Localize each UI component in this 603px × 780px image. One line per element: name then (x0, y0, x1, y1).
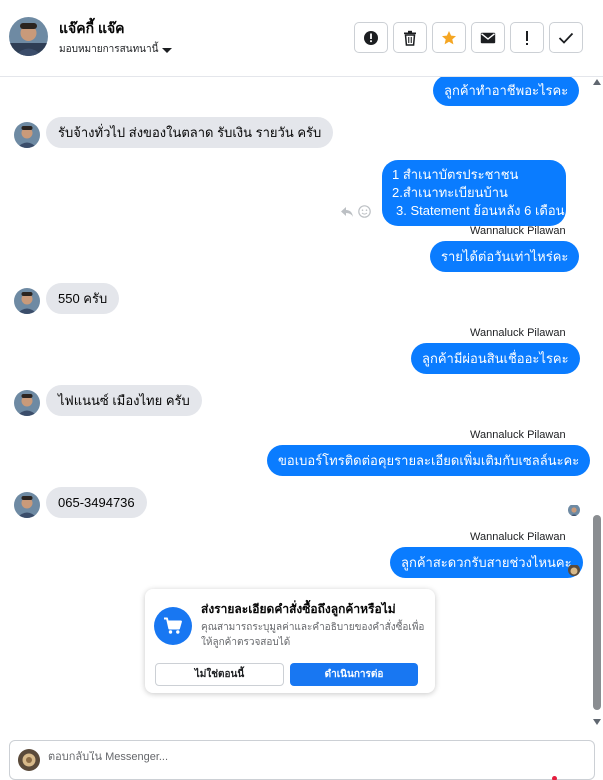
message-line: 1 สำเนาบัตรประชาชน (392, 167, 519, 182)
page-read-avatar (568, 564, 580, 576)
check-icon (558, 32, 574, 44)
customer-avatar[interactable] (14, 390, 40, 416)
conversation-toolbar (354, 22, 583, 53)
order-details-prompt: ส่งรายละเอียดคำสั่งซื้อถึงลูกค้าหรือไม่ … (145, 589, 435, 693)
trash-icon (404, 30, 416, 46)
sender-name: Wannaluck Pilawan (470, 531, 566, 543)
scroll-up-arrow[interactable] (593, 79, 601, 85)
message-line: 2.สำเนาทะเบียนบ้าน (392, 185, 508, 200)
customer-avatar[interactable] (14, 122, 40, 148)
outgoing-message[interactable]: ลูกค้าสะดวกรับสายช่วงไหนคะ (390, 547, 583, 578)
sender-name: Wannaluck Pilawan (470, 327, 566, 339)
incoming-message[interactable]: ไฟแนนซ์ เมืองไทย ครับ (46, 385, 202, 416)
reply-icon[interactable] (340, 206, 354, 218)
message-actions (340, 205, 371, 218)
react-smiley-icon[interactable] (358, 205, 371, 218)
sender-name: Wannaluck Pilawan (470, 225, 566, 237)
follow-up-button[interactable] (510, 22, 544, 53)
reply-input[interactable] (48, 751, 568, 763)
prompt-title: ส่งรายละเอียดคำสั่งซื้อถึงลูกค้าหรือไม่ (201, 602, 396, 616)
prompt-description: คุณสามารถระบุมูลค่าและคำอธิบายของคำสั่งซ… (201, 622, 425, 648)
exclamation-icon (526, 30, 528, 45)
seen-receipt-avatar (568, 504, 580, 516)
assign-conversation-dropdown[interactable]: มอบหมายการสนทนานี้ (59, 42, 173, 57)
cart-icon (154, 607, 192, 645)
contact-name[interactable]: แจ๊คกี้ แจ๊ค (59, 18, 125, 40)
outgoing-message[interactable]: ลูกค้ามีผ่อนสินเชื่ออะไรคะ (411, 343, 580, 374)
message-line: 3. Statement ย้อนหลัง 6 เดือน (396, 203, 565, 218)
customer-avatar[interactable] (14, 492, 40, 518)
star-button[interactable] (432, 22, 466, 53)
scroll-down-arrow[interactable] (593, 719, 601, 725)
caret-down-icon (162, 47, 173, 53)
contact-avatar[interactable] (9, 17, 48, 56)
conversation-header: แจ๊คกี้ แจ๊ค มอบหมายการสนทนานี้ (0, 0, 603, 77)
mark-spam-button[interactable] (354, 22, 388, 53)
incoming-message[interactable]: 550 ครับ (46, 283, 120, 314)
delete-button[interactable] (393, 22, 427, 53)
alert-circle-icon (364, 30, 378, 45)
envelope-icon (480, 32, 496, 43)
customer-avatar[interactable] (14, 288, 40, 314)
incoming-message[interactable]: รับจ้างทั่วไป ส่งของในตลาด รับเงิน รายวั… (46, 117, 334, 148)
mark-unread-button[interactable] (471, 22, 505, 53)
not-now-button[interactable]: ไม่ใช่ตอนนี้ (155, 663, 284, 686)
outgoing-message[interactable]: รายได้ต่อวันเท่าไหร่คะ (430, 241, 580, 272)
assign-label: มอบหมายการสนทนานี้ (59, 44, 159, 55)
page-avatar (18, 749, 40, 771)
continue-button[interactable]: ดำเนินการต่อ (290, 663, 418, 686)
star-icon (442, 30, 456, 44)
outgoing-message[interactable]: ขอเบอร์โทรติดต่อคุยรายละเอียดเพิ่มเติมกั… (267, 445, 591, 476)
mark-done-button[interactable] (549, 22, 583, 53)
outgoing-message-multiline[interactable]: 1 สำเนาบัตรประชาชน 2.สำเนาทะเบียนบ้าน 3.… (382, 160, 566, 226)
incoming-message[interactable]: 065-3494736 (46, 487, 147, 518)
scrollbar-thumb[interactable] (593, 515, 601, 710)
outgoing-message[interactable]: ลูกค้าทำอาชีพอะไรคะ (433, 77, 580, 106)
reply-composer (9, 740, 595, 780)
sender-name: Wannaluck Pilawan (470, 429, 566, 441)
notification-dot (552, 776, 557, 780)
